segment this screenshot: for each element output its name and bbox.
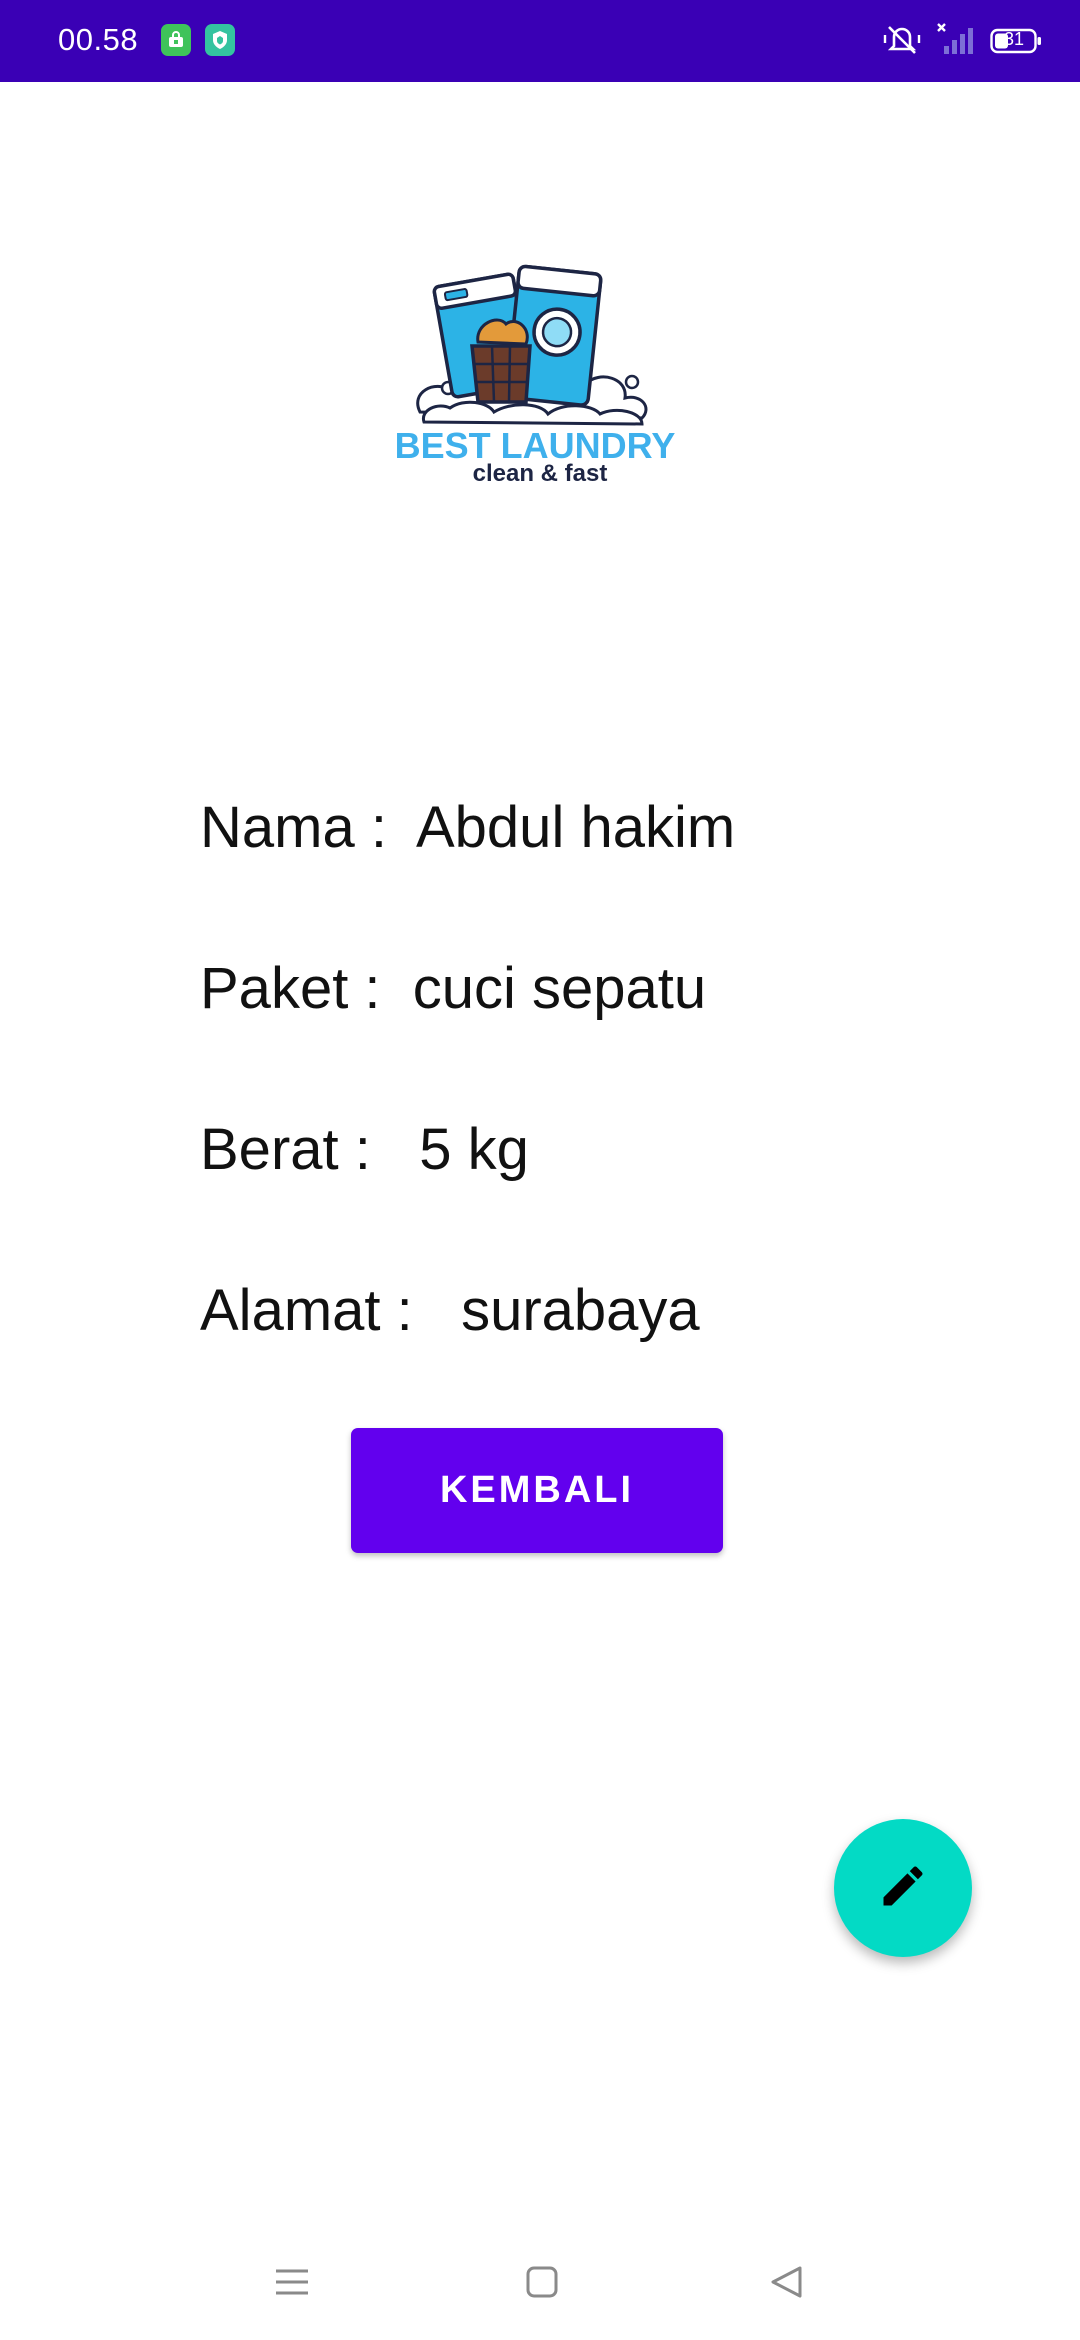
silent-vibrate-icon — [882, 22, 922, 61]
best-laundry-logo: BEST LAUNDRY clean & fast — [380, 262, 690, 487]
berat-label: Berat : — [200, 1117, 371, 1182]
home-square-icon[interactable] — [524, 2264, 560, 2305]
shield-app-icon — [205, 24, 235, 56]
menu-icon[interactable] — [274, 2264, 310, 2305]
battery-icon: 31 — [990, 28, 1042, 54]
status-bar: 00.58 31 — [0, 0, 1080, 82]
logo-tagline: clean & fast — [473, 460, 608, 482]
status-icons: 31 — [882, 20, 1042, 62]
kembali-button[interactable]: KEMBALI — [351, 1428, 723, 1553]
berat-value: 5 kg — [419, 1117, 529, 1182]
nama-value: Abdul hakim — [415, 795, 736, 860]
paket-label: Paket : — [200, 956, 381, 1021]
status-time: 00.58 — [58, 22, 139, 57]
back-triangle-icon[interactable] — [768, 2264, 804, 2305]
berat-row: Berat : 5 kg — [200, 1116, 529, 1183]
edit-pencil-icon — [877, 1860, 929, 1917]
nama-label: Nama : — [200, 795, 387, 860]
detail-screen: 00.58 31 BEST LAUNDRY clean & fast Nama … — [0, 0, 1080, 2340]
edit-fab-button[interactable] — [834, 1819, 972, 1957]
no-signal-icon — [936, 22, 976, 61]
alamat-value: surabaya — [461, 1278, 700, 1343]
shop-app-icon — [161, 24, 191, 56]
paket-value: cuci sepatu — [412, 956, 707, 1021]
battery-level: 31 — [1003, 29, 1025, 49]
alamat-row: Alamat : surabaya — [200, 1277, 700, 1344]
nama-row: Nama : Abdul hakim — [200, 794, 735, 861]
paket-row: Paket : cuci sepatu — [200, 955, 706, 1022]
navigation-bar — [0, 2240, 1080, 2340]
alamat-label: Alamat : — [200, 1278, 413, 1343]
